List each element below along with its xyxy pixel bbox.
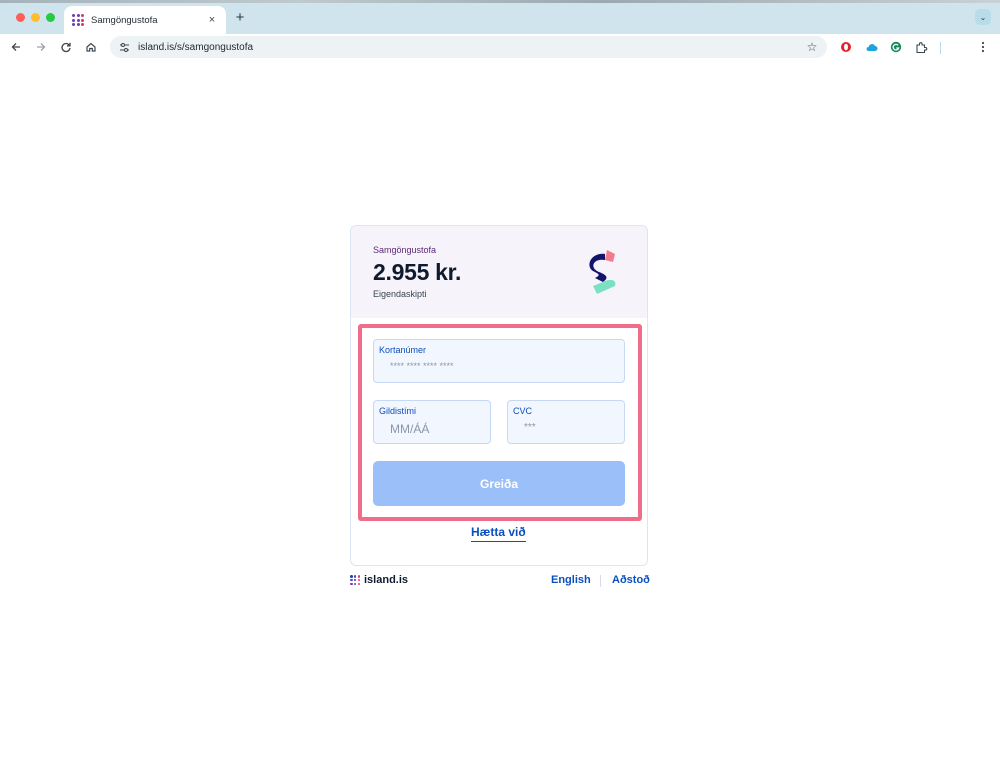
toolbar-divider [940,42,941,54]
payment-description: Eigendaskipti [373,289,427,299]
site-settings-icon[interactable] [118,41,130,53]
more-menu-icon[interactable] [975,39,991,55]
expiry-input[interactable] [390,422,480,436]
maximize-window-button[interactable] [46,13,55,22]
card-number-field[interactable]: Kortanúmer [373,339,625,383]
extensions-puzzle-icon[interactable] [913,39,929,55]
minimize-window-button[interactable] [31,13,40,22]
grammar-extension-icon[interactable] [888,39,904,55]
island-logo-text: island.is [364,574,409,586]
island-logo[interactable]: island.is [350,574,408,586]
tab-close-icon[interactable]: × [206,14,218,26]
reload-icon[interactable] [58,39,74,55]
cvc-input[interactable] [524,422,614,433]
payment-amount: 2.955 kr. [373,259,462,285]
back-arrow-icon[interactable] [8,39,24,55]
new-tab-button[interactable]: + [233,9,247,26]
expiry-label: Gildistími [379,406,417,416]
pay-button[interactable]: Greiða [373,461,625,506]
tab-title: Samgöngustofa [91,14,158,26]
address-bar[interactable]: island.is/s/samgongustofa ☆ [110,36,827,58]
close-window-button[interactable] [16,13,25,22]
payment-header: Samgöngustofa 2.955 kr. Eigendaskipti [351,226,647,318]
tab-search-button[interactable]: ⌄ [975,9,991,25]
merchant-name: Samgöngustofa [373,245,437,255]
help-link[interactable]: Aðstoð [612,574,650,586]
forward-arrow-icon[interactable] [33,39,49,55]
cancel-link[interactable]: Hætta við [471,525,526,542]
cvc-label: CVC [513,406,533,416]
bookmark-star-icon[interactable]: ☆ [803,40,821,54]
samgongustofa-logo-icon [589,250,616,294]
island-logo-icon [350,575,360,585]
browser-tab-strip: Samgöngustofa × + ⌄ [0,0,1000,34]
english-language-link[interactable]: English [551,574,591,586]
opera-extension-icon[interactable] [838,39,854,55]
expiry-field[interactable]: Gildistími [373,400,491,444]
cvc-field[interactable]: CVC [507,400,625,444]
footer-divider [600,575,601,587]
card-number-label: Kortanúmer [379,345,427,355]
island-favicon-icon [72,14,84,26]
cloud-extension-icon[interactable] [863,39,879,55]
url-text: island.is/s/samgongustofa [138,41,254,53]
card-number-input[interactable] [390,361,590,371]
home-icon[interactable] [83,39,99,55]
browser-tab-active[interactable]: Samgöngustofa × [64,6,226,34]
browser-toolbar: island.is/s/samgongustofa ☆ [0,34,1000,60]
